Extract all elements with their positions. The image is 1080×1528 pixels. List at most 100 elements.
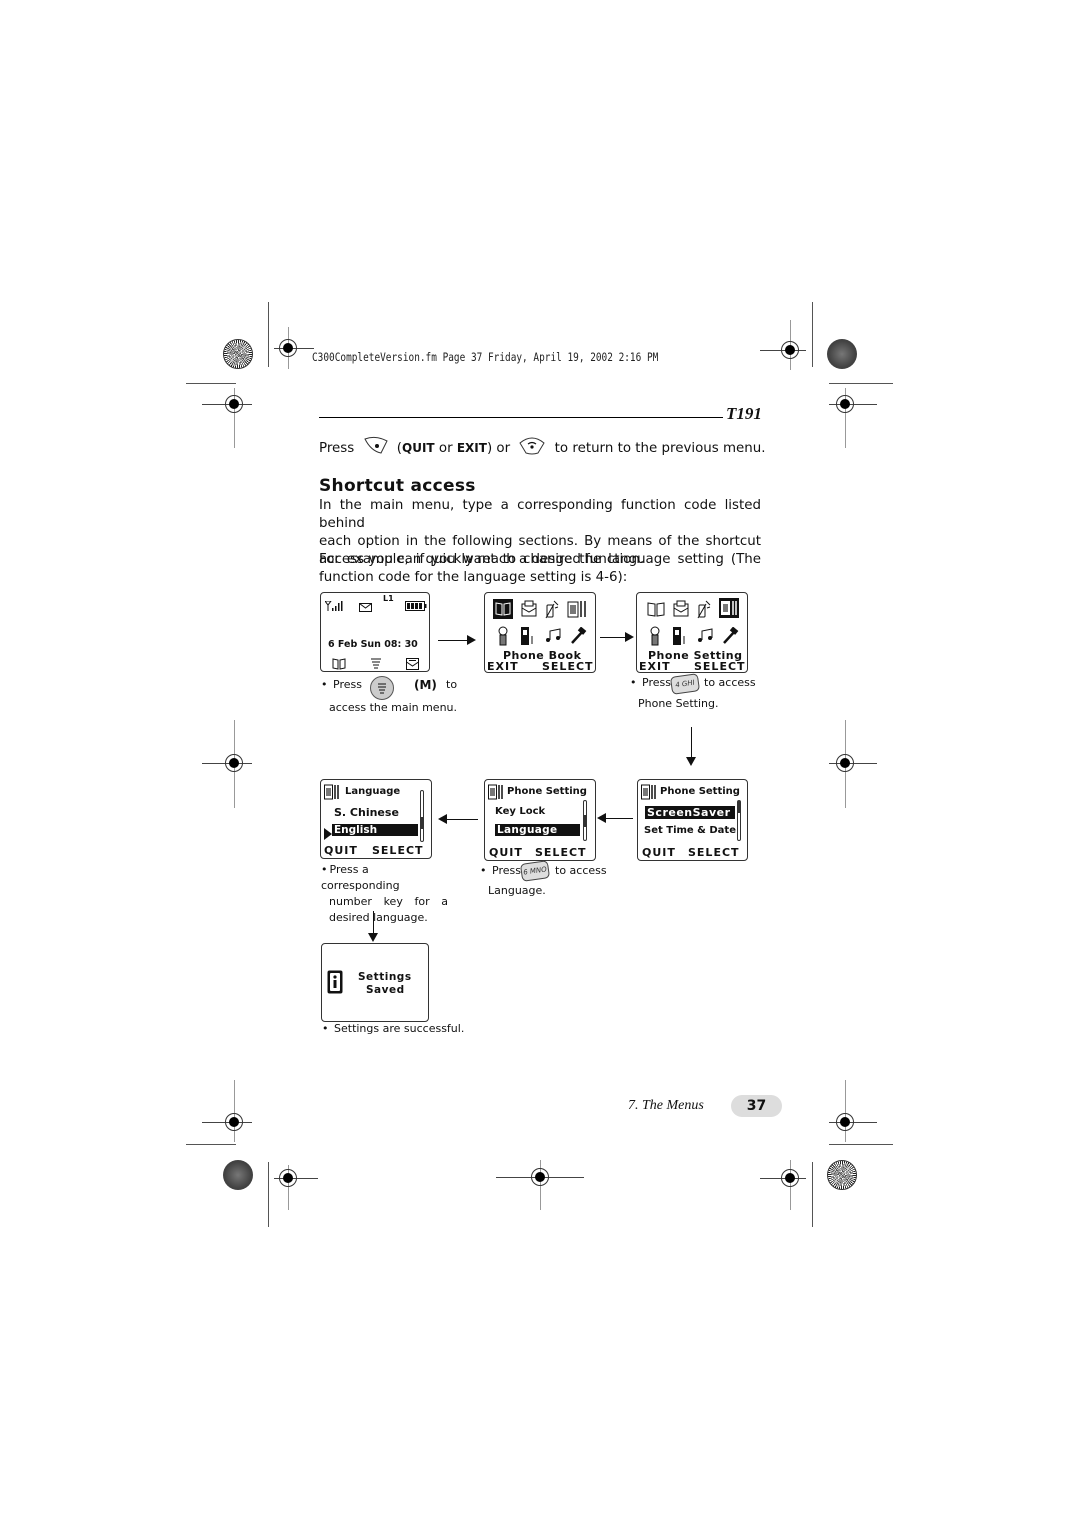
battery-icon [405, 596, 427, 615]
tools-menu-icon [569, 626, 587, 649]
caption-text: Press [333, 678, 362, 691]
network-menu-icon [647, 626, 663, 650]
scroll-thumb[interactable] [738, 801, 740, 813]
crop-line [829, 383, 893, 384]
phonebook-menu-icon [647, 601, 665, 621]
phone-setting-title-icon [641, 784, 657, 804]
registration-mark-icon [836, 1113, 854, 1131]
list-item: Set Time & Date [644, 825, 736, 836]
idle-screen: L1 6 Feb Sun 08: 30 [320, 592, 430, 672]
main-menu-screen-phonebook: Phone Book EXIT SELECT [484, 592, 596, 673]
crop-line [845, 1080, 846, 1142]
caption-press-4: Press [630, 675, 671, 691]
starburst-mark-icon [827, 1160, 857, 1190]
flow-arrow [373, 911, 374, 933]
scrollbar[interactable] [420, 790, 424, 842]
flow-arrow [605, 818, 633, 819]
saved-line1: Settings [358, 971, 412, 983]
phone-setting-menu-icon-selected [719, 598, 739, 618]
screen-title: Phone Setting [507, 786, 587, 797]
softkey-left: EXIT [639, 660, 671, 673]
list-item-selected: ScreenSaver [645, 806, 735, 819]
registration-mark-icon [781, 341, 799, 359]
crop-line [812, 302, 813, 367]
caption-language: Press a corresponding number key for a d… [321, 862, 448, 926]
message-icon [406, 655, 419, 674]
registration-mark-icon [225, 1113, 243, 1131]
caption-press-6: Press [480, 863, 521, 879]
info-icon [327, 970, 343, 998]
intro-line: Press (QUIT or EXIT) or to return to the… [319, 435, 766, 461]
registration-mark-icon [781, 1169, 799, 1187]
paragraph-line: function code for the language setting i… [319, 570, 628, 585]
arrow-right-icon [625, 632, 634, 642]
paragraph-line: each option in the following sections. B… [319, 534, 761, 549]
signal-icon [324, 596, 343, 615]
registration-mark-icon [531, 1168, 549, 1186]
network-menu-icon [495, 626, 511, 650]
flow-arrow [438, 640, 468, 641]
flow-arrow [691, 727, 692, 757]
line-indicator: L1 [383, 594, 394, 603]
crop-line [268, 302, 269, 367]
menu-key-icon [370, 676, 394, 700]
scrollbar[interactable] [737, 800, 741, 841]
key-6-mno-icon: 6 MNO [519, 860, 551, 882]
caption-text: access the main menu. [329, 701, 458, 714]
selection-pointer-icon [324, 825, 332, 844]
arrow-left-icon [597, 813, 606, 823]
soft-key-left-icon [363, 435, 389, 461]
phone-menu-icon [519, 626, 535, 650]
language-screen: Language S. Chinese English QUIT SELECT [320, 779, 432, 859]
phonebook-menu-icon [493, 599, 513, 619]
softkey-right: SELECT [372, 844, 424, 857]
envelope-icon [359, 597, 372, 616]
phone-setting-screen-2: Phone Setting Key Lock Language QUIT SEL… [484, 779, 596, 861]
crop-line [829, 1144, 893, 1145]
caption-text: to [446, 678, 458, 691]
intro-press: Press [319, 441, 355, 456]
phonebook-icon [332, 655, 346, 674]
screen-title: Phone Setting [660, 786, 740, 797]
registration-mark-icon [836, 754, 854, 772]
intro-exit: EXIT [456, 441, 487, 455]
end-key-icon [518, 435, 546, 461]
messages-menu-icon [521, 600, 537, 622]
flow-arrow [446, 819, 478, 820]
color-disc-mark-icon [827, 339, 857, 369]
softkey-right: SELECT [688, 846, 740, 859]
arrow-down-icon [686, 757, 696, 766]
phone-menu-icon [671, 626, 687, 650]
caption-text: Settings are successful. [334, 1022, 465, 1035]
chapter-label: 7. The Menus [628, 1098, 704, 1113]
intro-or: or [434, 441, 457, 456]
saved-line2: Saved [366, 984, 405, 996]
scroll-thumb[interactable] [584, 815, 586, 827]
phone-setting-menu-icon [567, 599, 587, 623]
model-name: T191 [726, 404, 762, 423]
registration-mark-icon [225, 754, 243, 772]
settings-saved-screen: Settings Saved [321, 943, 429, 1022]
registration-mark-icon [225, 395, 243, 413]
scroll-thumb[interactable] [421, 817, 423, 829]
crop-line [186, 383, 236, 384]
starburst-mark-icon [223, 339, 253, 369]
header-rule [319, 417, 723, 418]
list-item: S. Chinese [334, 806, 399, 819]
ringtone-menu-icon [544, 628, 562, 648]
arrow-right-icon [467, 635, 476, 645]
section-paragraph-2: For example, if you want to change the l… [319, 551, 761, 587]
softkey-right: SELECT [535, 846, 587, 859]
caption-line: desired language. [329, 911, 428, 924]
scrollbar[interactable] [583, 800, 587, 841]
caption-line: number key for a [329, 895, 448, 908]
idle-date-time: 6 Feb Sun 08: 30 [328, 639, 418, 650]
phone-setting-title-icon [488, 784, 504, 804]
intro-quit: QUIT [402, 441, 435, 455]
phone-setting-title-icon [324, 784, 340, 804]
menu-icon [371, 655, 381, 674]
caption-press-menu: Press [321, 677, 362, 693]
call-log-menu-icon [696, 599, 712, 623]
registration-mark-icon [279, 1169, 297, 1187]
section-title: Shortcut access [319, 476, 476, 496]
